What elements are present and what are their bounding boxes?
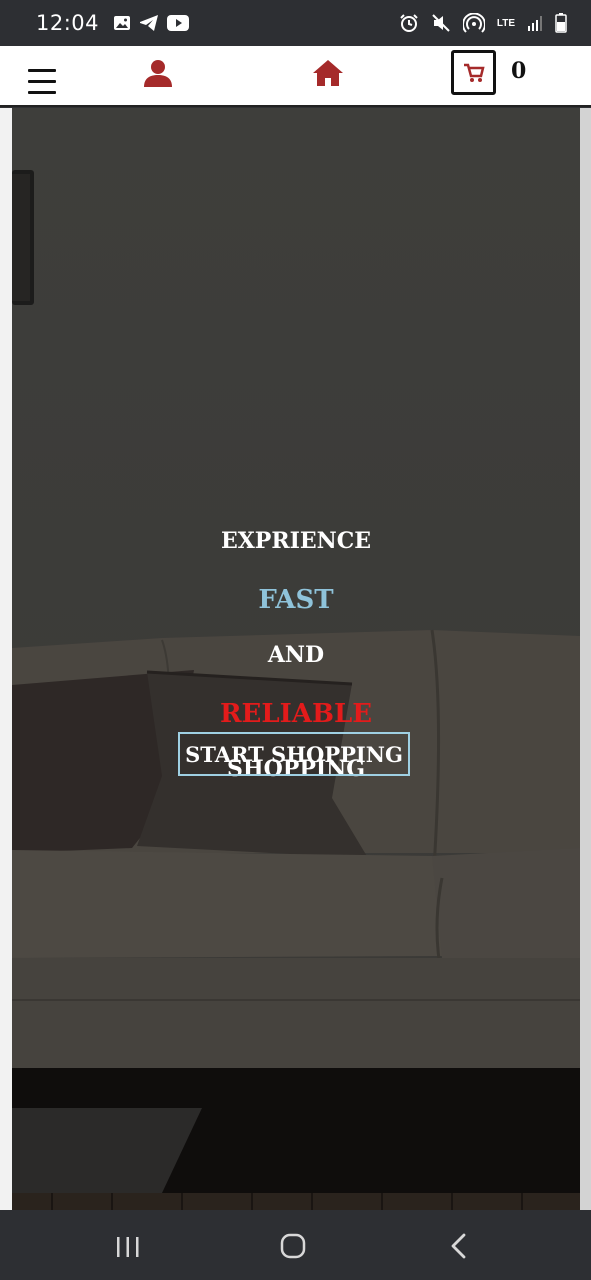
start-shopping-button[interactable]: START SHOPPING [178,732,410,776]
hero-banner: EXPRIENCE FAST AND RELIABLE SHOPPING STA… [12,108,580,1210]
cart-count: 0 [511,58,527,84]
telegram-icon [140,15,159,31]
battery-icon [555,13,567,33]
mute-icon [432,14,450,32]
youtube-icon [167,15,190,31]
gallery-icon [114,16,131,30]
page-margin [0,108,12,1210]
cart-button[interactable] [451,50,496,95]
tagline-experience: EXPRIENCE [220,528,372,554]
signal-icon [528,16,542,31]
hotspot-icon [462,13,485,33]
tagline-fast: FAST [258,585,334,615]
back-icon[interactable] [449,1232,469,1260]
tagline-and: AND [267,642,325,668]
system-navigation-bar [0,1210,591,1280]
alarm-icon [400,14,418,32]
status-bar: 12:04 LTE [0,0,591,46]
scrollbar-thumb[interactable] [580,108,591,1210]
user-icon[interactable] [143,59,173,87]
app-header: 0 [0,46,591,107]
menu-icon[interactable] [28,69,56,95]
clock: 12:04 [36,11,100,35]
recent-apps-icon[interactable] [116,1235,140,1259]
home-nav-icon[interactable] [280,1232,306,1260]
network-type: LTE [496,17,515,29]
home-icon[interactable] [312,58,344,88]
cart-icon [463,63,485,82]
